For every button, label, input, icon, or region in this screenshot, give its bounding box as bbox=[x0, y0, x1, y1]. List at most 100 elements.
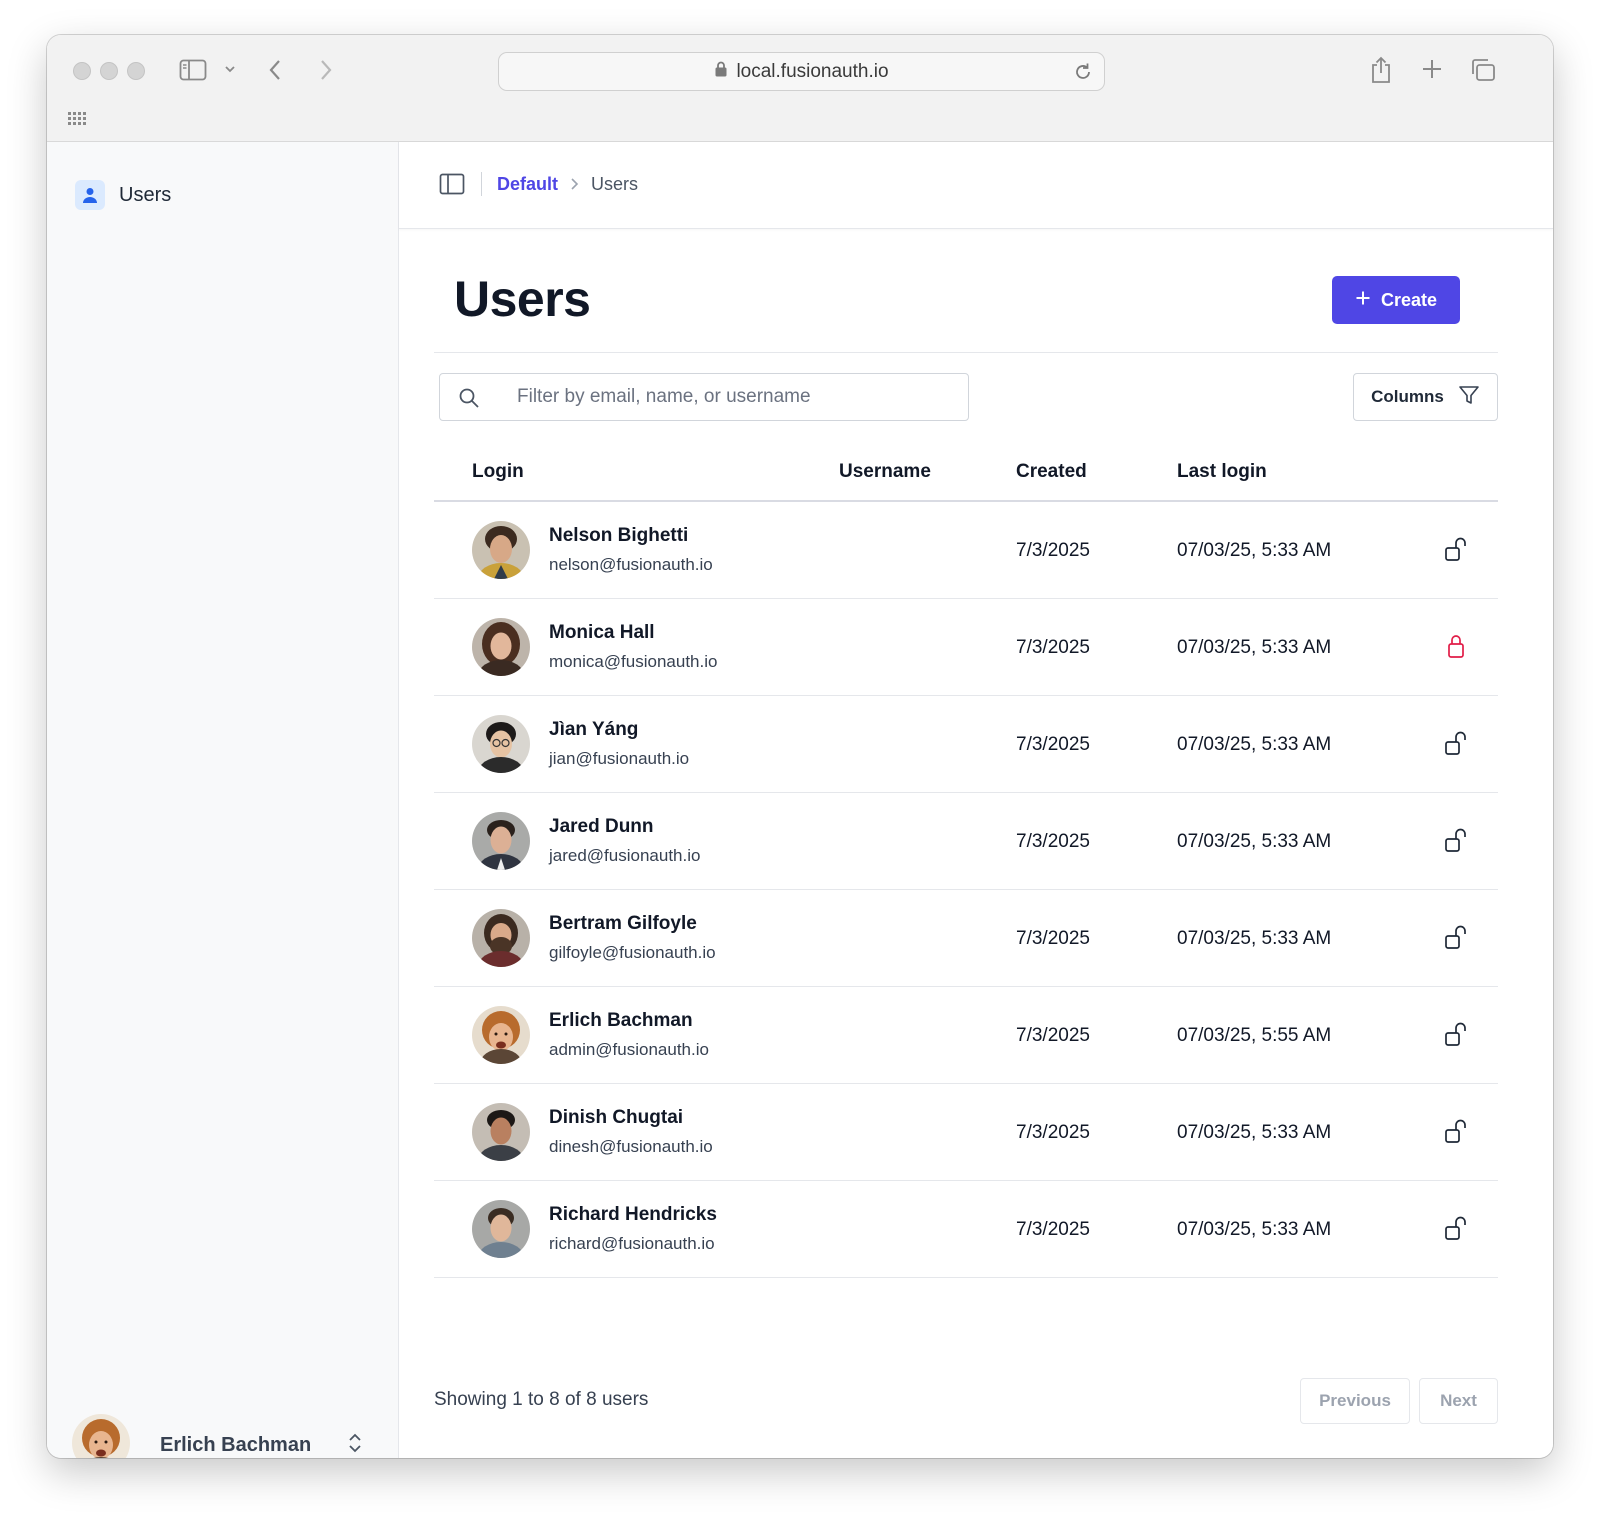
user-created: 7/3/2025 bbox=[1016, 1025, 1090, 1046]
user-name[interactable]: Monica Hall bbox=[549, 622, 655, 644]
users-table: Nelson Bighetti nelson@fusionauth.io 7/3… bbox=[434, 502, 1498, 1278]
user-last-login: 07/03/25, 5:33 AM bbox=[1177, 540, 1332, 561]
unlocked-icon[interactable] bbox=[1442, 729, 1470, 757]
column-header-last-login[interactable]: Last login bbox=[1177, 461, 1267, 483]
next-page-button[interactable]: Next bbox=[1419, 1378, 1498, 1424]
address-bar[interactable]: local.fusionauth.io bbox=[498, 52, 1105, 91]
breadcrumb-default-link[interactable]: Default bbox=[497, 172, 558, 196]
current-user-menu[interactable]: Erlich Bachman bbox=[72, 1414, 364, 1458]
user-last-login: 07/03/25, 5:33 AM bbox=[1177, 831, 1332, 852]
create-button-label: Create bbox=[1380, 289, 1438, 310]
user-email: dinesh@fusionauth.io bbox=[549, 1137, 713, 1156]
url-text: local.fusionauth.io bbox=[736, 60, 889, 82]
chevron-right-icon bbox=[569, 177, 581, 196]
unlocked-icon[interactable] bbox=[1442, 923, 1470, 951]
topbar: Default Users bbox=[399, 142, 1553, 229]
avatar bbox=[472, 909, 530, 967]
user-created: 7/3/2025 bbox=[1016, 540, 1090, 561]
avatar bbox=[472, 715, 530, 773]
lock-icon bbox=[714, 60, 728, 84]
user-created: 7/3/2025 bbox=[1016, 928, 1090, 949]
panel-toggle-icon[interactable] bbox=[439, 172, 465, 201]
unlocked-icon[interactable] bbox=[1442, 1117, 1470, 1145]
table-row[interactable]: Dinish Chugtai dinesh@fusionauth.io 7/3/… bbox=[434, 1084, 1498, 1181]
table-row[interactable]: Nelson Bighetti nelson@fusionauth.io 7/3… bbox=[434, 502, 1498, 599]
sidebar-item-label: Users bbox=[119, 183, 172, 206]
back-icon[interactable] bbox=[266, 57, 286, 83]
zoom-window-button[interactable] bbox=[127, 62, 145, 80]
unlocked-icon[interactable] bbox=[1442, 1214, 1470, 1242]
divider bbox=[434, 352, 1498, 353]
user-last-login: 07/03/25, 5:33 AM bbox=[1177, 734, 1332, 755]
user-name[interactable]: Dinish Chugtai bbox=[549, 1107, 683, 1129]
sidebar-toggle-icon[interactable] bbox=[179, 58, 207, 82]
table-row[interactable]: Monica Hall monica@fusionauth.io 7/3/202… bbox=[434, 599, 1498, 696]
chevron-down-icon[interactable] bbox=[223, 62, 237, 76]
table-row[interactable]: Erlich Bachman admin@fusionauth.io 7/3/2… bbox=[434, 987, 1498, 1084]
user-email: monica@fusionauth.io bbox=[549, 652, 718, 671]
column-header-username[interactable]: Username bbox=[839, 461, 931, 483]
unlocked-icon[interactable] bbox=[1442, 535, 1470, 563]
user-created: 7/3/2025 bbox=[1016, 831, 1090, 852]
user-name[interactable]: Erlich Bachman bbox=[549, 1010, 693, 1032]
user-icon bbox=[75, 180, 105, 210]
avatar bbox=[472, 618, 530, 676]
browser-toolbar: local.fusionauth.io bbox=[47, 35, 1553, 142]
page-title: Users bbox=[454, 271, 591, 327]
user-last-login: 07/03/25, 5:33 AM bbox=[1177, 1122, 1332, 1143]
table-row[interactable]: Richard Hendricks richard@fusionauth.io … bbox=[434, 1181, 1498, 1278]
sidebar: Users Erlich Bachman bbox=[47, 142, 399, 1458]
breadcrumb-current: Users bbox=[591, 174, 639, 194]
search-icon bbox=[458, 387, 480, 414]
locked-icon[interactable] bbox=[1442, 632, 1470, 660]
user-name[interactable]: Jìan Yáng bbox=[549, 719, 638, 741]
user-name[interactable]: Bertram Gilfoyle bbox=[549, 913, 697, 935]
tab-overview-icon[interactable] bbox=[1469, 57, 1497, 83]
user-email: gilfoyle@fusionauth.io bbox=[549, 943, 716, 962]
search-field bbox=[439, 373, 969, 421]
avatar bbox=[472, 812, 530, 870]
apps-grid-icon[interactable] bbox=[67, 111, 87, 125]
filter-icon bbox=[1458, 384, 1480, 411]
user-created: 7/3/2025 bbox=[1016, 734, 1090, 755]
table-row[interactable]: Bertram Gilfoyle gilfoyle@fusionauth.io … bbox=[434, 890, 1498, 987]
divider bbox=[481, 172, 482, 196]
user-last-login: 07/03/25, 5:33 AM bbox=[1177, 928, 1332, 949]
unlocked-icon[interactable] bbox=[1442, 826, 1470, 854]
plus-icon bbox=[1355, 290, 1371, 311]
reload-icon[interactable] bbox=[1072, 61, 1094, 89]
avatar bbox=[72, 1414, 130, 1458]
search-input[interactable] bbox=[440, 374, 968, 420]
avatar bbox=[472, 521, 530, 579]
close-window-button[interactable] bbox=[73, 62, 91, 80]
user-email: jared@fusionauth.io bbox=[549, 846, 701, 865]
current-user-name: Erlich Bachman bbox=[160, 1434, 312, 1456]
user-name[interactable]: Nelson Bighetti bbox=[549, 525, 688, 547]
browser-window: local.fusionauth.io Users Erlich Bachman… bbox=[47, 35, 1553, 1458]
avatar bbox=[472, 1006, 530, 1064]
new-tab-icon[interactable] bbox=[1421, 58, 1443, 80]
avatar bbox=[472, 1103, 530, 1161]
user-name[interactable]: Jared Dunn bbox=[549, 816, 654, 838]
create-user-button[interactable]: Create bbox=[1332, 276, 1460, 324]
chevron-up-down-icon bbox=[346, 1431, 364, 1458]
user-last-login: 07/03/25, 5:55 AM bbox=[1177, 1025, 1332, 1046]
column-header-created[interactable]: Created bbox=[1016, 461, 1087, 483]
table-row[interactable]: Jared Dunn jared@fusionauth.io 7/3/2025 … bbox=[434, 793, 1498, 890]
user-name[interactable]: Richard Hendricks bbox=[549, 1204, 717, 1226]
previous-page-button[interactable]: Previous bbox=[1300, 1378, 1410, 1424]
share-icon[interactable] bbox=[1369, 55, 1393, 85]
columns-filter-button[interactable]: Columns bbox=[1353, 373, 1498, 421]
minimize-window-button[interactable] bbox=[100, 62, 118, 80]
table-row[interactable]: Jìan Yáng jian@fusionauth.io 7/3/2025 07… bbox=[434, 696, 1498, 793]
unlocked-icon[interactable] bbox=[1442, 1020, 1470, 1048]
user-email: jian@fusionauth.io bbox=[549, 749, 690, 768]
user-created: 7/3/2025 bbox=[1016, 1122, 1090, 1143]
user-last-login: 07/03/25, 5:33 AM bbox=[1177, 1219, 1332, 1240]
user-email: admin@fusionauth.io bbox=[549, 1040, 709, 1059]
forward-icon[interactable] bbox=[315, 57, 335, 83]
column-header-login[interactable]: Login bbox=[472, 461, 524, 483]
pagination-summary: Showing 1 to 8 of 8 users bbox=[434, 1389, 649, 1410]
user-last-login: 07/03/25, 5:33 AM bbox=[1177, 637, 1332, 658]
sidebar-item-users[interactable]: Users bbox=[75, 180, 171, 210]
